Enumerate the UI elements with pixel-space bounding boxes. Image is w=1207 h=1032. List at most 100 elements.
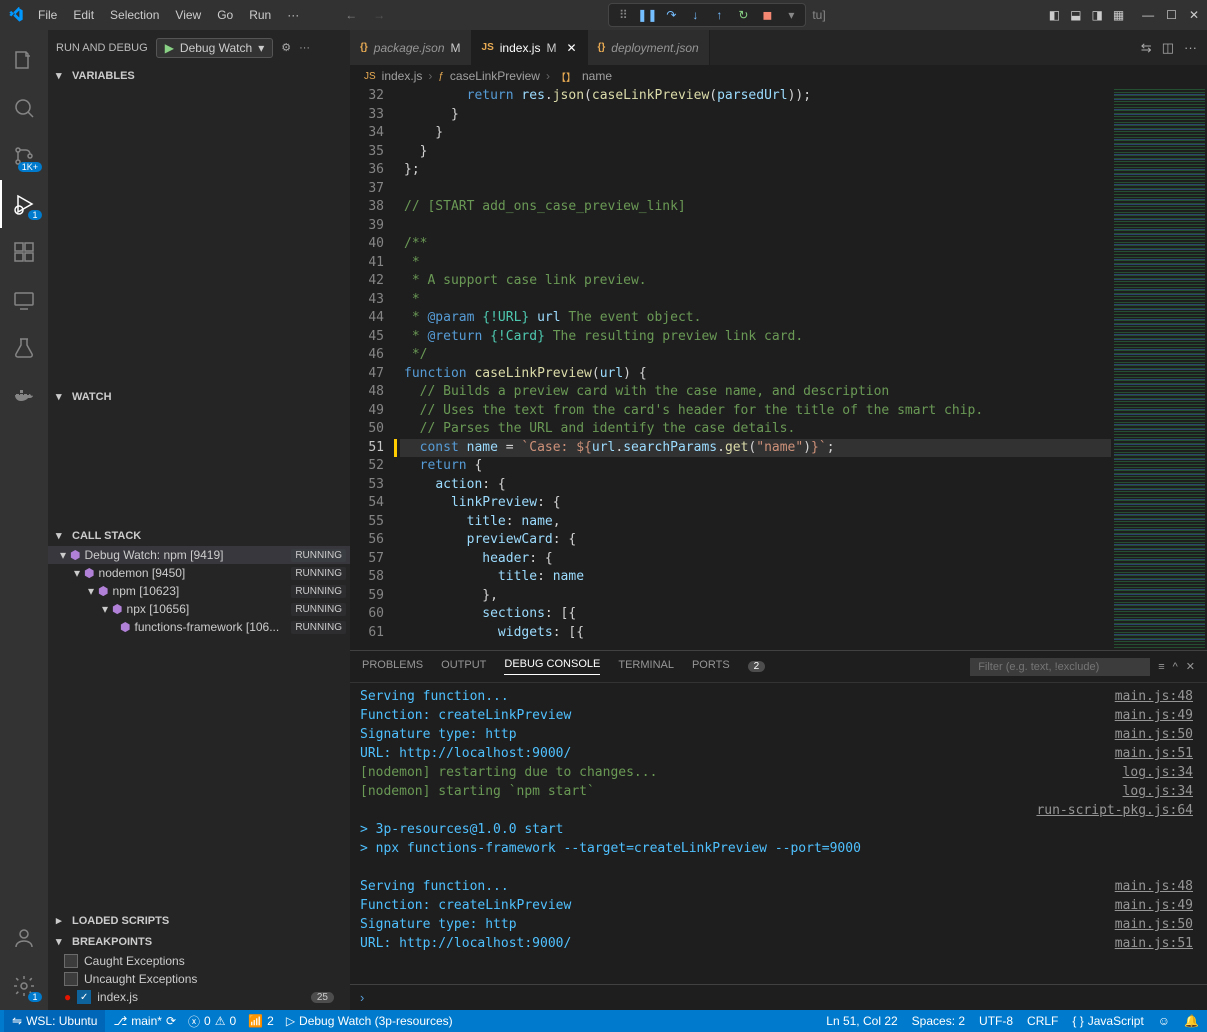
drag-handle-icon[interactable]: ⠿: [615, 7, 631, 23]
nav-back-icon[interactable]: ←: [345, 8, 357, 22]
menu-run[interactable]: Run: [243, 8, 277, 22]
testing-icon[interactable]: [0, 324, 48, 372]
panel-tab-terminal[interactable]: TERMINAL: [618, 659, 674, 675]
console-src-link[interactable]: run-script-pkg.js:64: [1036, 801, 1197, 820]
menu-go[interactable]: Go: [211, 8, 239, 22]
section-variables[interactable]: ▾VARIABLES: [48, 65, 350, 86]
run-debug-icon[interactable]: 1: [0, 180, 48, 228]
debug-filter-input[interactable]: [970, 658, 1150, 676]
callstack-item[interactable]: ▾⬢nodemon [9450]RUNNING: [48, 564, 350, 582]
menu-···[interactable]: ···: [281, 8, 305, 22]
checkbox[interactable]: ✓: [77, 990, 91, 1004]
source-control-icon[interactable]: 1K+: [0, 132, 48, 180]
panel-collapse-icon[interactable]: ^: [1173, 661, 1178, 673]
step-into-icon[interactable]: ↓: [687, 7, 703, 23]
panel-close-icon[interactable]: ✕: [1186, 660, 1195, 673]
section-callstack[interactable]: ▾CALL STACK: [48, 525, 350, 546]
gear-icon[interactable]: ⚙: [281, 41, 291, 54]
console-src-link[interactable]: main.js:50: [1115, 725, 1197, 744]
debug-status[interactable]: ▷ Debug Watch (3p-resources): [286, 1014, 453, 1028]
minimize-icon[interactable]: —: [1142, 8, 1154, 22]
console-src-link[interactable]: main.js:51: [1115, 934, 1197, 953]
callstack-item[interactable]: ▾⬢npm [10623]RUNNING: [48, 582, 350, 600]
console-src-link[interactable]: log.js:34: [1123, 763, 1197, 782]
code-area[interactable]: return res.json(caseLinkPreview(parsedUr…: [400, 87, 1111, 650]
branch-indicator[interactable]: ⎇ main* ⟳: [113, 1014, 176, 1028]
layout-grid-icon[interactable]: ▦: [1113, 8, 1124, 22]
menu-edit[interactable]: Edit: [67, 8, 100, 22]
debug-console-output[interactable]: Serving function...main.js:48Function: c…: [350, 683, 1207, 984]
breadcrumb-item[interactable]: name: [582, 69, 612, 83]
section-breakpoints[interactable]: ▾BREAKPOINTS: [48, 931, 350, 952]
search-icon[interactable]: [0, 84, 48, 132]
docker-icon[interactable]: [0, 372, 48, 420]
console-src-link[interactable]: main.js:49: [1115, 706, 1197, 725]
checkbox[interactable]: [64, 972, 78, 986]
layout-bottom-icon[interactable]: ⬓: [1070, 8, 1081, 22]
problems-indicator[interactable]: ⓧ0 ⚠0: [188, 1013, 236, 1030]
layout-left-icon[interactable]: ◧: [1049, 8, 1060, 22]
tab-deployment.json[interactable]: {}deployment.json: [588, 30, 710, 65]
console-src-link[interactable]: main.js:49: [1115, 896, 1197, 915]
debug-console-input[interactable]: ›: [350, 984, 1207, 1010]
menu-view[interactable]: View: [169, 8, 207, 22]
console-src-link[interactable]: main.js:48: [1115, 877, 1197, 896]
tab-more-icon[interactable]: ···: [1184, 40, 1197, 55]
debug-target-chev[interactable]: ▾: [783, 7, 799, 23]
console-src-link[interactable]: log.js:34: [1123, 782, 1197, 801]
settings-gear-icon[interactable]: 1: [0, 962, 48, 1010]
step-over-icon[interactable]: ↷: [663, 7, 679, 23]
close-icon[interactable]: ✕: [1189, 8, 1199, 22]
panel-tab-debug-console[interactable]: DEBUG CONSOLE: [504, 658, 600, 675]
callstack-item[interactable]: ▾⬢npx [10656]RUNNING: [48, 600, 350, 618]
feedback-icon[interactable]: ☺: [1158, 1014, 1170, 1028]
remote-explorer-icon[interactable]: [0, 276, 48, 324]
pause-icon[interactable]: ❚❚: [639, 7, 655, 23]
explorer-icon[interactable]: [0, 36, 48, 84]
console-src-link[interactable]: main.js:48: [1115, 687, 1197, 706]
filter-settings-icon[interactable]: ≡: [1158, 661, 1164, 673]
breakpoint-item[interactable]: ●✓index.js25: [48, 988, 350, 1006]
restart-icon[interactable]: ↻: [735, 7, 751, 23]
cursor-pos[interactable]: Ln 51, Col 22: [826, 1014, 897, 1028]
section-watch[interactable]: ▾WATCH: [48, 386, 350, 407]
breakpoint-item[interactable]: Caught Exceptions: [48, 952, 350, 970]
console-src-link[interactable]: main.js:51: [1115, 744, 1197, 763]
panel-tab-output[interactable]: OUTPUT: [441, 659, 486, 675]
remote-indicator[interactable]: ⇋ WSL: Ubuntu: [4, 1010, 105, 1032]
callstack-item[interactable]: ▾⬢Debug Watch: npm [9419]RUNNING: [48, 546, 350, 564]
menu-selection[interactable]: Selection: [104, 8, 165, 22]
minimap[interactable]: [1111, 87, 1207, 650]
callstack-item[interactable]: ⬢functions-framework [106...RUNNING: [48, 618, 350, 636]
menu-file[interactable]: File: [32, 8, 63, 22]
extensions-icon[interactable]: [0, 228, 48, 276]
close-tab-icon[interactable]: ✕: [566, 41, 576, 55]
panel-tab-ports[interactable]: PORTS: [692, 659, 730, 675]
breadcrumb-item[interactable]: index.js: [382, 69, 423, 83]
console-src-link[interactable]: main.js:50: [1115, 915, 1197, 934]
stop-icon[interactable]: ◼: [759, 7, 775, 23]
ports-indicator[interactable]: 📶2: [248, 1014, 274, 1028]
tab-package.json[interactable]: {}package.jsonM: [350, 30, 472, 65]
bell-icon[interactable]: 🔔: [1184, 1014, 1199, 1028]
breadcrumb[interactable]: JSindex.js›ƒcaseLinkPreview›【】name: [350, 65, 1207, 87]
panel-tab-problems[interactable]: PROBLEMS: [362, 659, 423, 675]
more-icon[interactable]: ···: [299, 42, 310, 54]
eol[interactable]: CRLF: [1027, 1014, 1058, 1028]
compare-icon[interactable]: ⇆: [1141, 40, 1152, 56]
layout-right-icon[interactable]: ◨: [1091, 8, 1102, 22]
breakpoint-item[interactable]: Uncaught Exceptions: [48, 970, 350, 988]
nav-fwd-icon[interactable]: →: [373, 8, 385, 22]
split-icon[interactable]: ◫: [1162, 40, 1174, 56]
account-icon[interactable]: [0, 914, 48, 962]
indent[interactable]: Spaces: 2: [912, 1014, 965, 1028]
checkbox[interactable]: [64, 954, 78, 968]
maximize-icon[interactable]: ☐: [1166, 8, 1177, 22]
breadcrumb-item[interactable]: caseLinkPreview: [450, 69, 540, 83]
step-out-icon[interactable]: ↑: [711, 7, 727, 23]
language-mode[interactable]: { } JavaScript: [1072, 1014, 1143, 1028]
debug-config-dropdown[interactable]: ▶ Debug Watch ▾: [156, 38, 274, 58]
encoding[interactable]: UTF-8: [979, 1014, 1013, 1028]
tab-index.js[interactable]: JSindex.jsM✕: [472, 30, 588, 65]
section-loaded[interactable]: ▸LOADED SCRIPTS: [48, 910, 350, 931]
